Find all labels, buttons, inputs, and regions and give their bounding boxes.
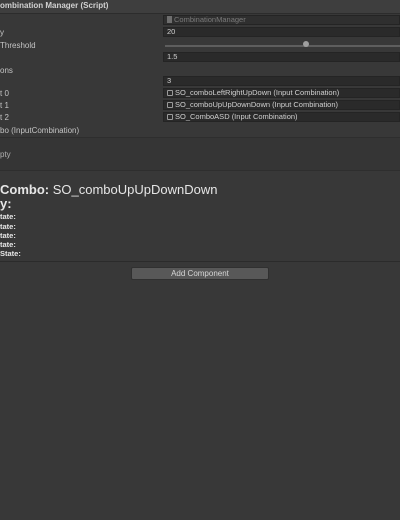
threshold-slider-track[interactable] [165,45,400,47]
threshold-slider-thumb[interactable] [303,41,309,47]
combo-value: SO_comboUpUpDownDown [52,182,218,197]
script-value: CombinationManager [174,15,246,24]
list-size-row: 3 [0,76,400,87]
element-row-1: t 1 SO_comboUpUpDownDown (Input Combinat… [0,100,400,111]
input-combination-label: bo (InputCombination) [0,126,80,135]
field-row-y: y 20 [0,27,400,38]
threshold-value-row: 1.5 [0,52,400,63]
element-field-0[interactable]: SO_comboLeftRightUpDown (Input Combinati… [163,88,400,98]
threshold-label: Threshold [0,41,36,50]
script-icon [167,16,172,23]
script-field: CombinationManager [163,15,400,25]
state-line-0: tate: [0,212,18,221]
history-title: y: [0,196,12,211]
threshold-row: Threshold [0,40,400,51]
combinations-row[interactable]: ons [0,65,400,76]
element-label-2: t 2 [0,113,9,122]
state-label-2: tate: [0,231,16,240]
state-line-2: tate: [0,231,18,240]
object-ref-icon [167,90,173,96]
inspector-panel: ombination Manager (Script) CombinationM… [0,0,400,520]
combinations-label: ons [0,66,13,75]
element-field-2[interactable]: SO_ComboASD (Input Combination) [163,112,400,122]
object-ref-icon [167,102,173,108]
state-label-1: tate: [0,222,16,231]
input-combination-row[interactable]: bo (InputCombination) [0,125,400,136]
state-line-4: State: [0,249,23,258]
element-label-1: t 1 [0,101,9,110]
field-input-y[interactable]: 20 [163,27,400,37]
element-row-2: t 2 SO_ComboASD (Input Combination) [0,112,400,123]
empty-list-label: pty [0,150,11,159]
element-row-0: t 0 SO_comboLeftRightUpDown (Input Combi… [0,88,400,99]
list-size-input[interactable]: 3 [163,76,400,86]
combo-label: Combo: [0,182,50,197]
element-value-0: SO_comboLeftRightUpDown (Input Combinati… [175,88,340,97]
divider [0,261,400,262]
field-label-y: y [0,28,4,37]
object-ref-icon [167,114,173,120]
script-row: CombinationManager [0,15,400,26]
state-label-0: tate: [0,212,16,221]
element-label-0: t 0 [0,89,9,98]
element-value-2: SO_ComboASD (Input Combination) [175,112,298,121]
component-title: ombination Manager (Script) [0,1,109,10]
state-label-3: tate: [0,240,16,249]
component-header[interactable]: ombination Manager (Script) [0,0,400,14]
state-label-4: State: [0,249,21,258]
state-line-1: tate: [0,222,18,231]
state-line-3: tate: [0,240,18,249]
threshold-value-input[interactable]: 1.5 [163,52,400,62]
element-value-1: SO_comboUpUpDownDown (Input Combination) [175,100,338,109]
element-field-1[interactable]: SO_comboUpUpDownDown (Input Combination) [163,100,400,110]
current-combo-line: Combo: SO_comboUpUpDownDown [0,182,217,197]
empty-list-section: pty [0,137,400,171]
add-component-button[interactable]: Add Component [131,267,269,280]
